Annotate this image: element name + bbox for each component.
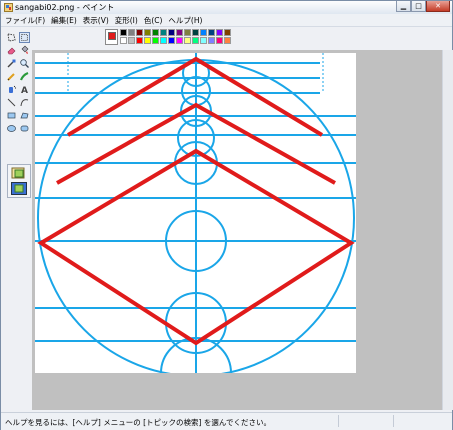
window-title: sangabi02.png - ペイント (15, 3, 115, 12)
menu-edit[interactable]: 編集(E) (47, 15, 79, 26)
palette-swatch[interactable] (200, 29, 207, 36)
palette-swatch[interactable] (216, 29, 223, 36)
fill-icon[interactable] (19, 45, 30, 56)
eraser-icon[interactable] (6, 45, 17, 56)
palette-swatch[interactable] (224, 29, 231, 36)
curve-icon[interactable] (19, 97, 30, 108)
palette-swatch[interactable] (128, 37, 135, 44)
brush-icon[interactable] (19, 71, 30, 82)
palette-swatches (120, 29, 231, 44)
palette-swatch[interactable] (144, 29, 151, 36)
color-palette (105, 29, 235, 47)
drawing-canvas[interactable] (35, 53, 356, 409)
close-icon: ✕ (435, 2, 441, 10)
magnifier-icon[interactable] (19, 58, 30, 69)
current-colors[interactable] (105, 29, 118, 45)
palette-swatch[interactable] (208, 29, 215, 36)
palette-swatch[interactable] (120, 29, 127, 36)
status-divider (338, 415, 339, 427)
palette-swatch[interactable] (144, 37, 151, 44)
maximize-button[interactable]: □ (411, 1, 426, 12)
palette-swatch[interactable] (176, 37, 183, 44)
palette-swatch[interactable] (168, 29, 175, 36)
paint-app-icon (4, 3, 13, 12)
menu-view[interactable]: 表示(V) (79, 15, 111, 26)
palette-swatch[interactable] (224, 37, 231, 44)
palette-swatch[interactable] (184, 29, 191, 36)
rounded-rectangle-icon[interactable] (19, 123, 30, 134)
svg-text:A: A (21, 86, 28, 95)
menu-colors[interactable]: 色(C) (140, 15, 165, 26)
color-picker-icon[interactable] (6, 58, 17, 69)
tool-box: A (4, 30, 31, 198)
foreground-color[interactable] (108, 32, 116, 40)
tool-options[interactable] (7, 164, 31, 198)
drawing-image (35, 53, 356, 409)
palette-swatch[interactable] (136, 29, 143, 36)
menu-help[interactable]: ヘルプ(H) (164, 15, 204, 26)
fill-mode-filled-icon[interactable] (11, 182, 27, 195)
title-bar[interactable]: sangabi02.png - ペイント ▁ □ ✕ (1, 1, 452, 14)
menu-file[interactable]: ファイル(F) (1, 15, 47, 26)
palette-swatch[interactable] (176, 29, 183, 36)
status-text: ヘルプを見るには、[ヘルプ] メニューの [トピックの検索] を選んでください。 (5, 418, 271, 427)
minimize-icon: ▁ (400, 2, 407, 10)
close-button[interactable]: ✕ (426, 1, 450, 12)
polygon-icon[interactable] (19, 110, 30, 121)
menu-image[interactable]: 変形(I) (111, 15, 140, 26)
fill-mode-outline-icon[interactable] (11, 167, 27, 180)
free-select-icon[interactable] (6, 32, 17, 43)
maximize-icon: □ (415, 2, 422, 10)
palette-swatch[interactable] (152, 29, 159, 36)
status-bar: ヘルプを見るには、[ヘルプ] メニューの [トピックの検索] を選んでください。 (1, 412, 452, 430)
palette-swatch[interactable] (200, 37, 207, 44)
palette-swatch[interactable] (168, 37, 175, 44)
vertical-scrollbar[interactable] (442, 50, 453, 410)
palette-swatch[interactable] (136, 37, 143, 44)
rect-select-icon[interactable] (19, 32, 30, 43)
palette-swatch[interactable] (216, 37, 223, 44)
palette-swatch[interactable] (208, 37, 215, 44)
pencil-icon[interactable] (6, 71, 17, 82)
palette-swatch[interactable] (192, 37, 199, 44)
palette-swatch[interactable] (184, 37, 191, 44)
palette-swatch[interactable] (152, 37, 159, 44)
minimize-button[interactable]: ▁ (396, 1, 411, 12)
text-icon[interactable]: A (19, 84, 30, 95)
ellipse-icon[interactable] (6, 123, 17, 134)
palette-swatch[interactable] (160, 37, 167, 44)
palette-swatch[interactable] (128, 29, 135, 36)
airbrush-icon[interactable] (6, 84, 17, 95)
work-area (32, 50, 442, 410)
paint-window: sangabi02.png - ペイント ▁ □ ✕ ファイル(F) 編集(E)… (0, 0, 453, 430)
rectangle-icon[interactable] (6, 110, 17, 121)
palette-swatch[interactable] (192, 29, 199, 36)
line-icon[interactable] (6, 97, 17, 108)
palette-swatch[interactable] (120, 37, 127, 44)
status-divider (393, 415, 394, 427)
menu-bar: ファイル(F) 編集(E) 表示(V) 変形(I) 色(C) ヘルプ(H) (1, 14, 452, 27)
palette-swatch[interactable] (160, 29, 167, 36)
